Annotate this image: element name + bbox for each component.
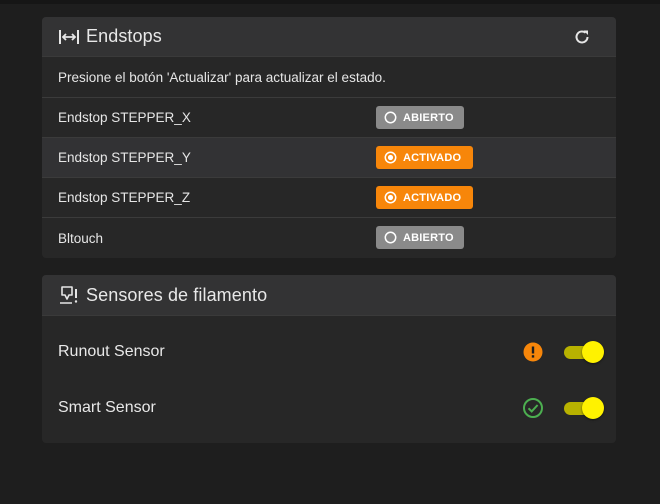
- sensor-toggle[interactable]: [562, 397, 604, 419]
- top-bar: [0, 0, 660, 4]
- endstops-card: Endstops Presione el botón 'Actualizar' …: [42, 17, 616, 258]
- radio-unchecked-icon: [384, 111, 397, 124]
- endstop-row: Endstop STEPPER_Y ACTIVADO: [42, 138, 616, 178]
- sensor-toggle[interactable]: [562, 341, 604, 363]
- endstop-state-chip: ABIERTO: [376, 226, 464, 249]
- sensor-row: Runout Sensor: [42, 324, 616, 380]
- endstop-row: Bltouch ABIERTO: [42, 218, 616, 258]
- endstops-header: Endstops: [42, 17, 616, 57]
- sensor-name: Smart Sensor: [58, 399, 156, 416]
- endstop-name: Endstop STEPPER_Y: [58, 150, 191, 165]
- endstop-state-label: ABIERTO: [403, 231, 454, 244]
- filament-title: Sensores de filamento: [86, 284, 268, 305]
- endstop-name: Endstop STEPPER_Z: [58, 190, 191, 205]
- endstop-name: Bltouch: [58, 230, 104, 246]
- filament-sensors-card: Sensores de filamento Runout Sensor Smar…: [42, 275, 616, 443]
- endstop-row: Endstop STEPPER_X ABIERTO: [42, 98, 616, 138]
- radio-checked-icon: [384, 191, 397, 204]
- alert-circle-icon: [522, 341, 544, 363]
- radio-unchecked-icon: [384, 231, 397, 244]
- refresh-button[interactable]: [572, 27, 592, 47]
- sensor-name: Runout Sensor: [58, 343, 165, 360]
- endstop-state-chip: ACTIVADO: [376, 146, 473, 169]
- endstops-info-text: Presione el botón 'Actualizar' para actu…: [42, 57, 616, 98]
- check-circle-icon: [522, 397, 544, 419]
- endstop-state-chip: ACTIVADO: [376, 186, 473, 209]
- refresh-icon: [575, 30, 589, 44]
- filament-header: Sensores de filamento: [42, 275, 616, 316]
- endstops-title: Endstops: [86, 26, 162, 46]
- radio-checked-icon: [384, 151, 397, 164]
- printer-3d-nozzle-alert-icon: [58, 284, 80, 306]
- endstop-state-label: ACTIVADO: [403, 151, 462, 164]
- endstop-state-chip: ABIERTO: [376, 106, 464, 129]
- sensor-row: Smart Sensor: [42, 380, 616, 436]
- endstop-name: Endstop STEPPER_X: [58, 110, 191, 125]
- endstop-row: Endstop STEPPER_Z ACTIVADO: [42, 178, 616, 218]
- endstop-state-label: ABIERTO: [403, 111, 454, 124]
- endstop-state-label: ACTIVADO: [403, 191, 462, 204]
- arrow-expand-horizontal-icon: [58, 26, 80, 48]
